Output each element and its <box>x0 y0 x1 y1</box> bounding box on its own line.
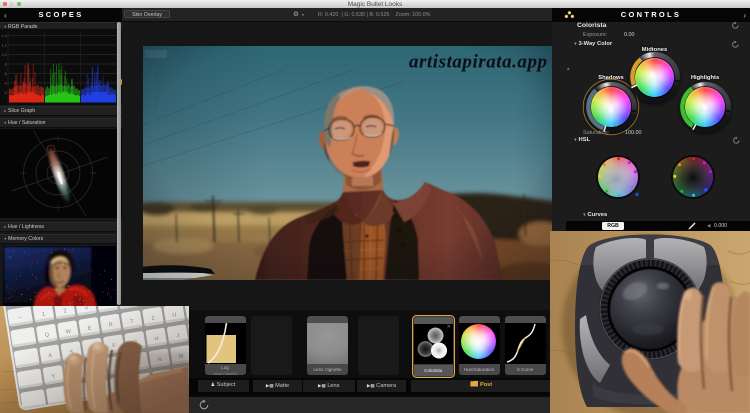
svg-text:1.0: 1.0 <box>2 53 7 57</box>
svg-text:.8: .8 <box>4 63 7 67</box>
svg-text:.2: .2 <box>4 91 7 95</box>
svg-text:.6: .6 <box>4 72 7 76</box>
svg-text:1.4: 1.4 <box>2 34 7 38</box>
svg-text:.4: .4 <box>4 82 7 86</box>
svg-text:1.2: 1.2 <box>2 44 7 48</box>
